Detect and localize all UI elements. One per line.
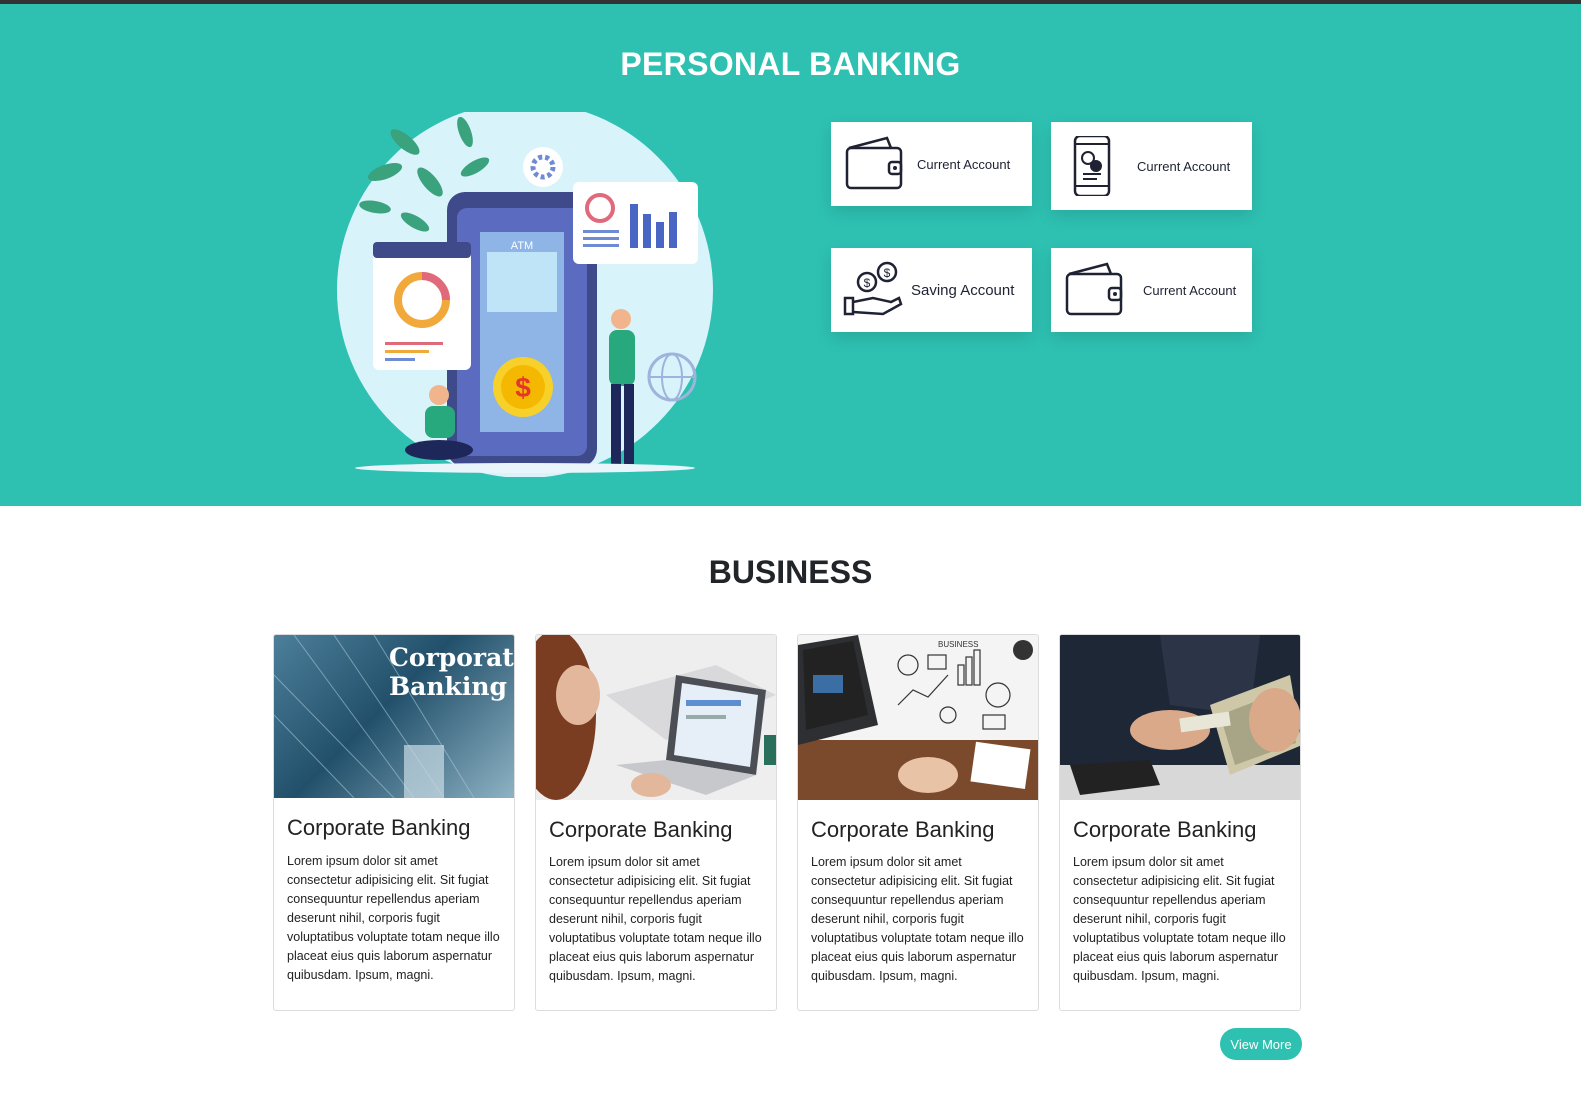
atm-label: ATM bbox=[511, 240, 533, 252]
account-card-current-2[interactable]: Current Account bbox=[1051, 122, 1252, 210]
account-card-label: Current Account bbox=[1137, 158, 1231, 174]
business-card-1[interactable]: Corporate Banking Corporate Banking Lore… bbox=[273, 634, 515, 1011]
card-title: Corporate Banking bbox=[1073, 817, 1257, 842]
card-image-money-counting bbox=[1060, 635, 1300, 800]
card-body: Lorem ipsum dolor sit amet consectetur a… bbox=[549, 855, 762, 983]
business-title: BUSINESS bbox=[708, 554, 873, 590]
business-section: BUSINESS Corporate Banking Corporate Ban… bbox=[0, 506, 1581, 1096]
wallet-icon bbox=[845, 136, 903, 190]
card-title: Corporate Banking bbox=[549, 817, 733, 842]
card-image-caption: Corporate Banking bbox=[389, 643, 514, 701]
card-title: Corporate Banking bbox=[287, 815, 471, 840]
account-card-current-3[interactable]: Current Account bbox=[1051, 248, 1252, 332]
svg-text:$: $ bbox=[864, 276, 871, 290]
card-image-building: Corporate Banking bbox=[274, 635, 514, 798]
hand-coins-icon: $ $ bbox=[843, 261, 903, 316]
card-image-laptop bbox=[536, 635, 776, 800]
svg-text:$: $ bbox=[515, 372, 531, 403]
card-body: Lorem ipsum dolor sit amet consectetur a… bbox=[1073, 855, 1286, 983]
view-more-button[interactable]: View More bbox=[1220, 1028, 1302, 1060]
business-card-2[interactable]: Corporate Banking Lorem ipsum dolor sit … bbox=[535, 634, 777, 1011]
svg-text:$: $ bbox=[884, 266, 891, 280]
wallet-icon bbox=[1065, 262, 1123, 316]
business-card-4[interactable]: Corporate Banking Lorem ipsum dolor sit … bbox=[1059, 634, 1301, 1011]
card-body: Lorem ipsum dolor sit amet consectetur a… bbox=[287, 854, 500, 982]
banking-illustration: ATM $ bbox=[337, 112, 713, 477]
card-image-caption: BUSINESS bbox=[938, 640, 978, 649]
account-card-label: Current Account bbox=[1143, 282, 1237, 298]
mobile-exchange-icon bbox=[1073, 136, 1111, 196]
card-image-business-sketch: BUSINESS bbox=[798, 635, 1038, 800]
personal-banking-section: PERSONAL BANKING ATM $ Current Account C… bbox=[0, 4, 1581, 506]
gear-icon bbox=[523, 147, 563, 187]
personal-banking-title: PERSONAL BANKING bbox=[620, 46, 961, 82]
account-card-current-1[interactable]: Current Account bbox=[831, 122, 1032, 206]
card-title: Corporate Banking bbox=[811, 817, 995, 842]
account-card-label: Current Account bbox=[917, 156, 1011, 172]
business-card-3[interactable]: BUSINESS Corporate Banking Lorem ipsum d… bbox=[797, 634, 1039, 1011]
account-card-label: Saving Account bbox=[911, 281, 1015, 299]
account-card-saving[interactable]: $ $ Saving Account bbox=[831, 248, 1032, 332]
card-body: Lorem ipsum dolor sit amet consectetur a… bbox=[811, 855, 1024, 983]
